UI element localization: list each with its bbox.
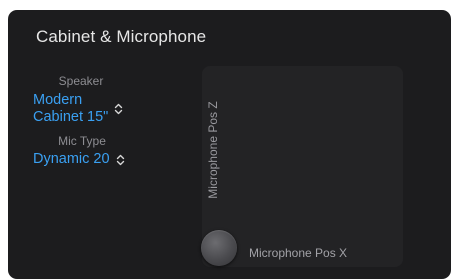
speaker-select[interactable]: Modern Cabinet 15"	[33, 92, 123, 126]
mic-type-label: Mic Type	[58, 134, 106, 148]
microphone-pos-z-label: Microphone Pos Z	[206, 101, 220, 199]
mic-type-select[interactable]: Dynamic 20	[33, 151, 125, 168]
up-down-chevron-icon	[114, 103, 123, 115]
microphone-position-knob[interactable]	[201, 230, 237, 266]
speaker-label: Speaker	[58, 74, 104, 88]
mic-type-value: Dynamic 20	[33, 151, 110, 167]
speaker-value-line1: Modern	[33, 92, 83, 108]
speaker-value: Modern Cabinet 15"	[33, 92, 108, 126]
up-down-chevron-icon	[116, 154, 125, 166]
speaker-value-line2: Cabinet 15"	[33, 109, 109, 125]
cabinet-microphone-panel: Cabinet & Microphone Speaker Modern Cabi…	[8, 10, 451, 279]
microphone-pos-x-label: Microphone Pos X	[249, 246, 348, 260]
panel-title: Cabinet & Microphone	[36, 27, 207, 46]
